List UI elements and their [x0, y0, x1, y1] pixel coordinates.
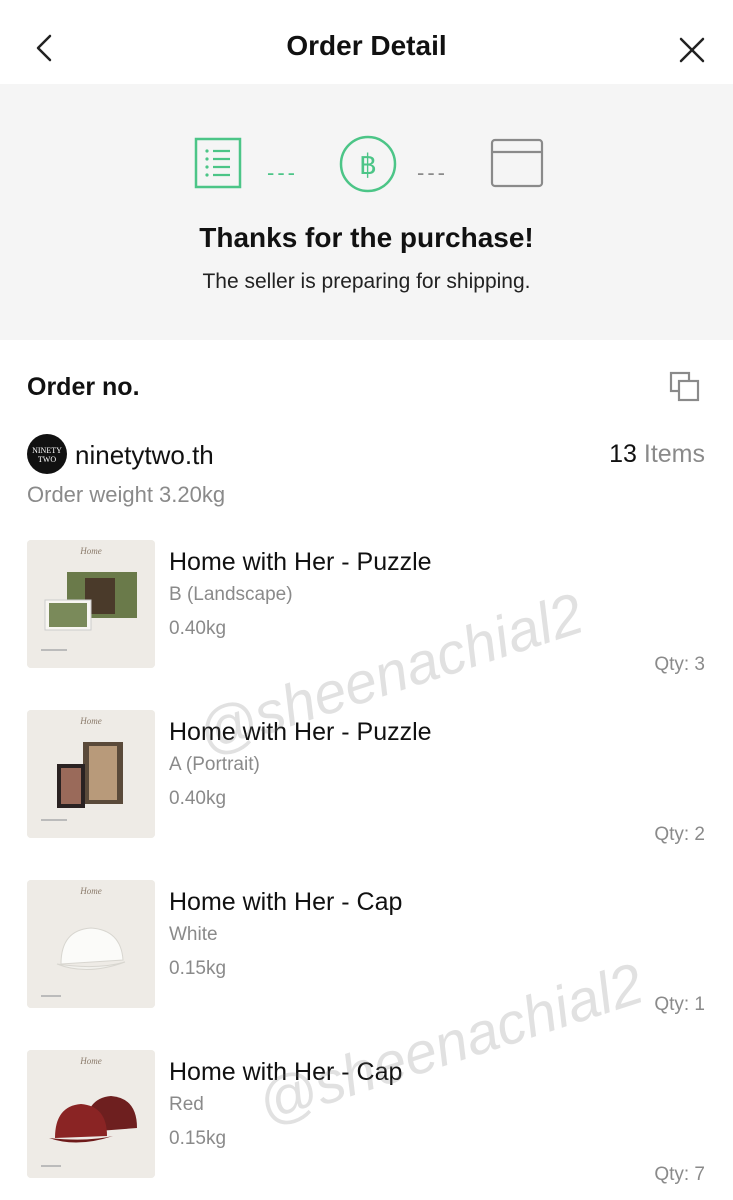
- items-count-number: 13: [609, 440, 637, 468]
- product-weight: 0.40kg: [169, 788, 227, 809]
- page-title: Order Detail: [286, 30, 447, 61]
- product-thumbnail: Home: [27, 710, 155, 838]
- close-button[interactable]: [672, 30, 712, 70]
- red-cap-image: Home: [27, 1050, 155, 1178]
- product-quantity: Qty: 2: [654, 824, 705, 845]
- close-icon: [679, 37, 705, 63]
- order-number-label: Order no.: [27, 373, 140, 401]
- product-thumbnail: Home: [27, 1050, 155, 1178]
- svg-text:Home: Home: [79, 716, 102, 726]
- items-count: 13 Items: [609, 440, 705, 469]
- step-separator: ---: [267, 160, 298, 185]
- product-item[interactable]: Home Home with Her - Cap Red 0.15kg Qty:…: [0, 1050, 733, 1200]
- copy-button[interactable]: [668, 370, 702, 404]
- seller-avatar[interactable]: NINETY TWO: [27, 434, 67, 474]
- product-variant: B (Landscape): [169, 584, 293, 605]
- product-name: Home with Her - Puzzle: [169, 718, 432, 746]
- product-name: Home with Her - Puzzle: [169, 548, 432, 576]
- product-name: Home with Her - Cap: [169, 888, 403, 916]
- copy-icon: [669, 371, 700, 402]
- order-list-icon: [194, 137, 242, 189]
- product-name: Home with Her - Cap: [169, 1058, 403, 1086]
- puzzle-portrait-image: Home: [27, 710, 155, 838]
- svg-text:Home: Home: [79, 546, 102, 556]
- product-quantity: Qty: 1: [654, 994, 705, 1015]
- svg-text:Home: Home: [79, 1056, 102, 1066]
- puzzle-landscape-image: Home: [27, 540, 155, 668]
- product-weight: 0.40kg: [169, 618, 227, 639]
- product-item[interactable]: Home Home with Her - Puzzle B (Landscape…: [0, 540, 733, 710]
- svg-text:Home: Home: [79, 886, 102, 896]
- payment-baht-icon: ฿: [339, 135, 397, 193]
- product-item[interactable]: Home Home with Her - Puzzle A (Portrait)…: [0, 710, 733, 880]
- currency-symbol: ฿: [359, 148, 377, 181]
- product-variant: A (Portrait): [169, 754, 260, 775]
- order-weight: Order weight 3.20kg: [27, 482, 226, 507]
- product-thumbnail: Home: [27, 540, 155, 668]
- items-count-label: Items: [643, 440, 705, 468]
- order-status-panel: --- ฿ --- Thanks for the purchase! The s…: [0, 84, 733, 340]
- white-cap-image: Home: [27, 880, 155, 1008]
- product-thumbnail: Home: [27, 880, 155, 1008]
- step-separator: ---: [417, 160, 448, 185]
- product-quantity: Qty: 3: [654, 654, 705, 675]
- seller-name[interactable]: ninetytwo.th: [75, 440, 214, 471]
- product-weight: 0.15kg: [169, 958, 227, 979]
- shipping-box-icon: [490, 138, 544, 188]
- product-item[interactable]: Home Home with Her - Cap White 0.15kg Qt…: [0, 880, 733, 1050]
- status-subtitle: The seller is preparing for shipping.: [202, 270, 531, 293]
- product-variant: Red: [169, 1094, 204, 1115]
- status-title: Thanks for the purchase!: [199, 222, 534, 253]
- top-bar: Order Detail: [0, 0, 733, 84]
- product-variant: White: [169, 924, 218, 945]
- product-weight: 0.15kg: [169, 1128, 227, 1149]
- product-quantity: Qty: 7: [654, 1164, 705, 1185]
